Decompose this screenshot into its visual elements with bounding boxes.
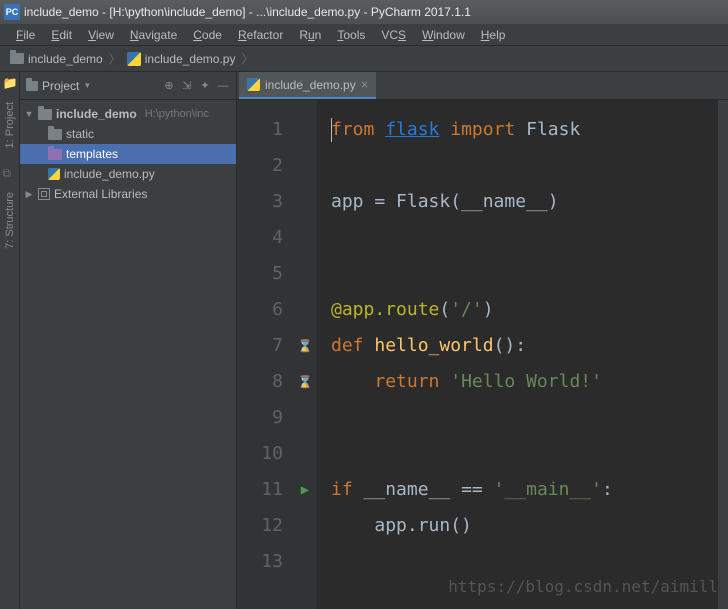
watermark: https://blog.csdn.net/aimill: [448, 569, 718, 605]
tool-tab-project[interactable]: 1: Project: [2, 94, 18, 156]
line-number: 6: [237, 292, 283, 328]
line-number-gutter: 1 2 3 4 5 6 7 8 9 10 11 12 13: [237, 100, 293, 609]
main-area: 📁 1: Project ⧉ 7: Structure Project ▼ ⊕ …: [0, 72, 728, 609]
editor-tab[interactable]: include_demo.py ×: [239, 72, 376, 99]
scroll-from-source-icon[interactable]: ⊕: [162, 79, 176, 93]
project-stripe-icon: 📁: [3, 76, 17, 90]
line-number: 3: [237, 184, 283, 220]
line-number: 5: [237, 256, 283, 292]
menu-tools[interactable]: Tools: [329, 26, 373, 44]
gear-icon[interactable]: ✦: [198, 79, 212, 93]
tree-label: templates: [66, 147, 118, 161]
tool-tab-structure[interactable]: 7: Structure: [2, 184, 18, 257]
tree-toggle-icon[interactable]: ▶: [24, 189, 34, 200]
line-number: 9: [237, 400, 283, 436]
folder-icon: [48, 129, 62, 140]
line-number: 12: [237, 508, 283, 544]
tree-label: static: [66, 127, 94, 141]
line-number: 1: [237, 112, 283, 148]
menu-edit[interactable]: Edit: [43, 26, 80, 44]
line-number: 7: [237, 328, 283, 364]
hide-icon[interactable]: —: [216, 79, 230, 93]
run-gutter-icon[interactable]: ▶: [293, 472, 317, 508]
line-number: 10: [237, 436, 283, 472]
code-area[interactable]: from flask import Flask app = Flask(__na…: [317, 100, 728, 609]
caret: [331, 118, 332, 142]
project-tree[interactable]: ▼ include_demo H:\python\inc static temp…: [20, 100, 236, 208]
tree-toggle-icon[interactable]: ▼: [24, 109, 34, 119]
gutter-marks: ⌛ ⌛ ▶: [293, 100, 317, 609]
python-icon: [48, 168, 60, 180]
menu-code[interactable]: Code: [185, 26, 230, 44]
window-titlebar: PC include_demo - [H:\python\include_dem…: [0, 0, 728, 24]
tree-label: include_demo.py: [64, 167, 155, 181]
tree-row-static[interactable]: static: [20, 124, 236, 144]
editor-tab-label: include_demo.py: [265, 78, 356, 92]
folder-icon: [10, 53, 24, 64]
chevron-down-icon: ▼: [83, 81, 91, 90]
folder-icon: [26, 81, 38, 91]
tool-window-stripe-left: 📁 1: Project ⧉ 7: Structure: [0, 72, 20, 609]
close-icon[interactable]: ×: [361, 77, 369, 92]
tree-label: include_demo: [56, 107, 137, 121]
folder-icon: [48, 149, 62, 160]
tree-label: External Libraries: [54, 187, 147, 201]
line-number: 8: [237, 364, 283, 400]
tree-row-project-root[interactable]: ▼ include_demo H:\python\inc: [20, 104, 236, 124]
python-icon: [127, 52, 141, 66]
tree-row-external-libraries[interactable]: ▶ External Libraries: [20, 184, 236, 204]
menu-help[interactable]: Help: [473, 26, 514, 44]
line-number: 13: [237, 544, 283, 580]
line-number: 11: [237, 472, 283, 508]
project-tool-window: Project ▼ ⊕ ⇲ ✦ — ▼ include_demo H:\pyth…: [20, 72, 237, 609]
python-icon: [247, 78, 260, 91]
menu-navigate[interactable]: Navigate: [122, 26, 185, 44]
app-icon: PC: [4, 4, 20, 20]
chevron-right-icon: 〉: [109, 50, 121, 67]
folder-icon: [38, 109, 52, 120]
project-header: Project ▼ ⊕ ⇲ ✦ —: [20, 72, 236, 100]
breadcrumb-label: include_demo: [28, 52, 103, 66]
editor-body[interactable]: 1 2 3 4 5 6 7 8 9 10 11 12 13 ⌛ ⌛ ▶: [237, 100, 728, 609]
collapse-icon[interactable]: ⌛: [293, 364, 317, 400]
breadcrumb-label: include_demo.py: [145, 52, 236, 66]
breadcrumb: include_demo 〉 include_demo.py 〉: [0, 46, 728, 72]
menu-view[interactable]: View: [80, 26, 122, 44]
menu-file[interactable]: File: [8, 26, 43, 44]
menu-window[interactable]: Window: [414, 26, 473, 44]
project-title: Project: [42, 79, 79, 93]
chevron-right-icon: 〉: [241, 50, 253, 67]
line-number: 4: [237, 220, 283, 256]
editor-area: include_demo.py × 1 2 3 4 5 6 7 8 9 10 1…: [237, 72, 728, 609]
collapse-all-icon[interactable]: ⇲: [180, 79, 194, 93]
tree-row-templates[interactable]: templates: [20, 144, 236, 164]
window-title: include_demo - [H:\python\include_demo] …: [24, 5, 471, 19]
editor-scrollbar[interactable]: [718, 100, 728, 609]
tree-row-file[interactable]: include_demo.py: [20, 164, 236, 184]
project-view-selector[interactable]: Project ▼: [26, 79, 158, 93]
library-icon: [38, 188, 50, 200]
editor-tabs: include_demo.py ×: [237, 72, 728, 100]
menu-refactor[interactable]: Refactor: [230, 26, 291, 44]
line-number: 2: [237, 148, 283, 184]
breadcrumb-item[interactable]: include_demo: [6, 52, 107, 66]
tree-path: H:\python\inc: [145, 108, 209, 120]
structure-stripe-icon: ⧉: [3, 166, 17, 180]
menu-run[interactable]: Run: [291, 26, 329, 44]
main-menubar: File Edit View Navigate Code Refactor Ru…: [0, 24, 728, 46]
menu-vcs[interactable]: VCS: [373, 26, 414, 44]
breadcrumb-item[interactable]: include_demo.py: [123, 52, 240, 66]
collapse-icon[interactable]: ⌛: [293, 328, 317, 364]
